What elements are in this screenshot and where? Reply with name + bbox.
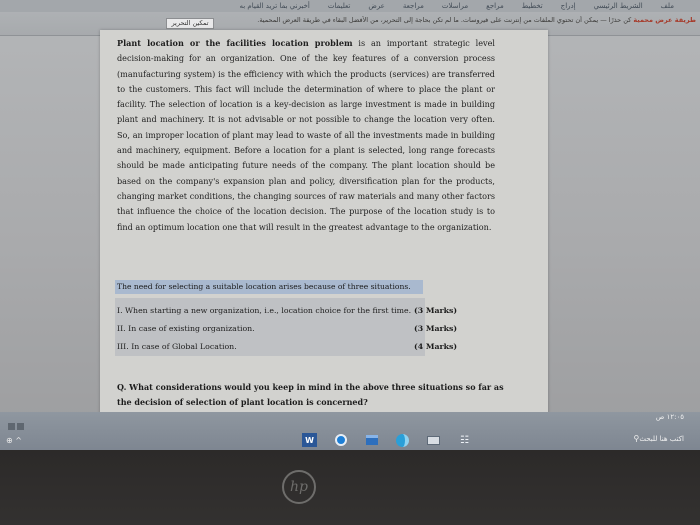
tell-me-search[interactable]: أخبرني بما تريد القيام به — [239, 2, 309, 10]
protected-view-message: طريقة عرض محمية كن حذرًا — يمكن أن تحتوي… — [226, 16, 696, 26]
ribbon-tab[interactable]: تعليمات — [328, 2, 351, 10]
ribbon-tab[interactable]: ملف — [661, 2, 674, 10]
situation-text: II. In case of existing organization. — [117, 324, 255, 333]
view-mode-icons[interactable] — [8, 415, 28, 430]
word-icon[interactable]: W — [302, 433, 317, 447]
situation-marks: (4 Marks) — [414, 342, 458, 351]
situation-text: I. When starting a new organization, i.e… — [117, 306, 412, 315]
store-icon[interactable] — [364, 433, 379, 447]
enable-editing-button[interactable]: تمكين التحرير — [166, 18, 214, 29]
status-bar: ١٢:٠٥ ص — [0, 412, 700, 430]
laptop-bezel: hp — [0, 450, 700, 525]
pinned-apps: W ☷ — [302, 432, 502, 448]
clock[interactable]: ١٢:٠٥ ص — [656, 413, 684, 421]
protected-view-text: كن حذرًا — يمكن أن تحتوي الملفات من إنتر… — [257, 16, 632, 24]
hp-logo: hp — [282, 470, 316, 504]
ribbon-tab[interactable]: عرض — [368, 2, 385, 10]
ribbon-tab[interactable]: الشريط الرئيسي — [594, 2, 643, 10]
ribbon-tab[interactable]: إدراج — [561, 2, 576, 10]
search-placeholder: اكتب هنا للبحث — [639, 435, 684, 443]
document-page[interactable]: Plant location or the facilities locatio… — [100, 30, 548, 450]
ribbon-tab[interactable]: تخطيط — [522, 2, 543, 10]
list-item: III. In case of Global Location. (4 Mark… — [117, 338, 457, 356]
print-layout-icon[interactable] — [17, 423, 24, 430]
ribbon-tab-bar: ملف الشريط الرئيسي إدراج تخطيط مراجع مرا… — [0, 0, 700, 12]
ribbon-tab[interactable]: مراجعة — [403, 2, 424, 10]
taskbar-search[interactable]: اكتب هنا للبحث⚲ — [630, 434, 684, 443]
paragraph-body: is an important strategic level decision… — [117, 38, 495, 232]
question-text: Q. What considerations would you keep in… — [117, 382, 504, 407]
taskbar: ١٢:٠٥ ص ⊕ ^ W ☷ اكتب هنا للبحث⚲ — [0, 412, 700, 450]
calculator-icon[interactable]: ☷ — [457, 433, 472, 447]
protected-view-title: طريقة عرض محمية — [633, 16, 696, 24]
paragraph-lead: Plant location or the facilities locatio… — [117, 38, 353, 48]
ribbon-tab[interactable]: مراجع — [486, 2, 504, 10]
list-item: II. In case of existing organization. (3… — [117, 320, 457, 338]
situations-list: I. When starting a new organization, i.e… — [115, 298, 457, 356]
edge-icon[interactable] — [395, 433, 410, 447]
situation-marks: (3 Marks) — [414, 306, 458, 315]
situation-text: III. In case of Global Location. — [117, 342, 237, 351]
highlighted-sentence: The need for selecting a suitable locati… — [115, 280, 423, 294]
list-item: I. When starting a new organization, i.e… — [117, 302, 457, 320]
browser-circle-icon[interactable] — [333, 433, 348, 447]
mail-icon[interactable] — [426, 433, 441, 447]
body-paragraph: Plant location or the facilities locatio… — [117, 36, 495, 235]
ribbon-tab[interactable]: مراسلات — [442, 2, 468, 10]
laptop-screen: ملف الشريط الرئيسي إدراج تخطيط مراجع مرا… — [0, 0, 700, 450]
tray-chevron-icon[interactable]: ⊕ ^ — [6, 436, 22, 445]
read-mode-icon[interactable] — [8, 423, 15, 430]
situation-marks: (3 Marks) — [414, 324, 458, 333]
